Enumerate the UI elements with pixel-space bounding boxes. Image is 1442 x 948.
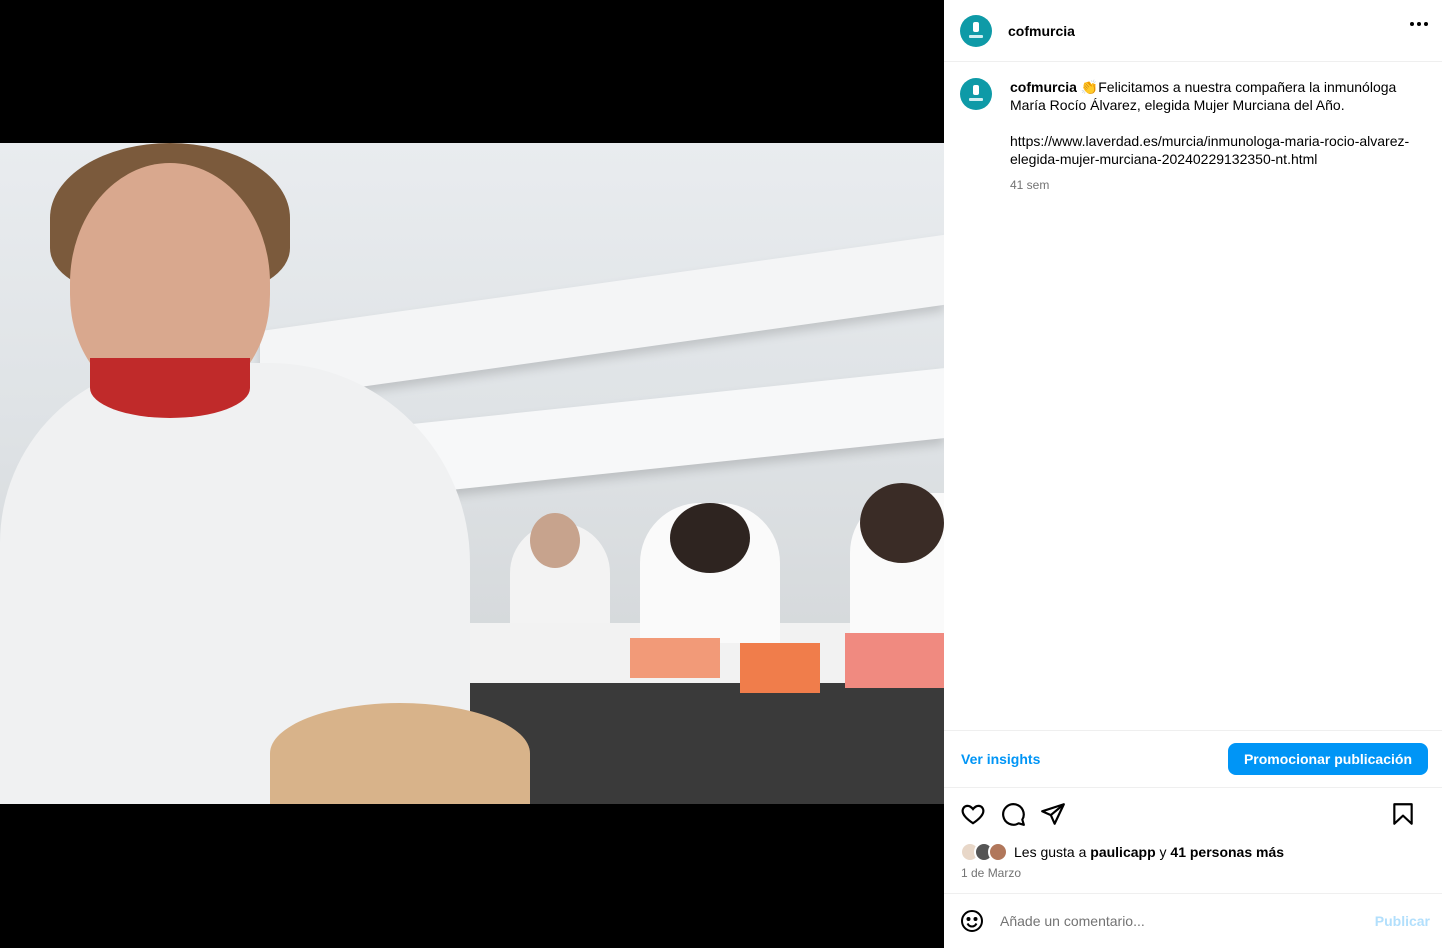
- insights-bar: Ver insights Promocionar publicación: [944, 730, 1442, 788]
- foreground-person-collar: [90, 358, 250, 418]
- post-side-panel: cofmurcia cofmurcia 👏Felicitamos a nuest…: [944, 0, 1442, 948]
- caption-username[interactable]: cofmurcia: [1010, 79, 1077, 95]
- likes-others[interactable]: 41 personas más: [1170, 844, 1284, 860]
- lab-tray: [630, 638, 720, 678]
- bookmark-icon[interactable]: [1390, 801, 1416, 827]
- clap-emoji: 👏: [1080, 79, 1099, 95]
- emoji-icon[interactable]: [960, 909, 984, 933]
- view-insights-link[interactable]: Ver insights: [961, 751, 1040, 767]
- publish-button[interactable]: Publicar: [1375, 913, 1430, 929]
- post-photo[interactable]: [0, 143, 944, 804]
- lab-shelf: [260, 234, 944, 402]
- lab-bench-front: [460, 683, 944, 804]
- profile-avatar[interactable]: [960, 14, 992, 47]
- liker-username[interactable]: paulicapp: [1090, 844, 1155, 860]
- background-person-head: [670, 503, 750, 573]
- post-date: 1 de Marzo: [961, 866, 1022, 880]
- lab-tray: [740, 643, 820, 693]
- foreground-person-pants: [270, 703, 530, 804]
- comment-input[interactable]: [1000, 913, 1375, 929]
- post-time-ago[interactable]: 41 sem: [1010, 176, 1410, 194]
- lab-tray: [845, 633, 944, 688]
- post-media: [0, 0, 944, 948]
- heart-icon[interactable]: [960, 801, 986, 827]
- share-icon[interactable]: [1040, 801, 1066, 827]
- header-username[interactable]: cofmurcia: [1008, 23, 1075, 39]
- likes-summary: Les gusta a paulicapp y 41 personas más: [960, 842, 1284, 862]
- caption-link[interactable]: https://www.laverdad.es/murcia/inmunolog…: [1010, 132, 1410, 168]
- caption-area: cofmurcia 👏Felicitamos a nuestra compañe…: [944, 62, 1442, 730]
- post-actions: [944, 796, 1442, 832]
- promote-post-button[interactable]: Promocionar publicación: [1227, 743, 1428, 775]
- comment-bar: Publicar: [944, 893, 1442, 948]
- likes-prefix: Les gusta a: [1014, 844, 1087, 860]
- post-header: cofmurcia: [944, 0, 1442, 62]
- caption-text: cofmurcia 👏Felicitamos a nuestra compañe…: [1010, 78, 1410, 194]
- caption-row: cofmurcia 👏Felicitamos a nuestra compañe…: [960, 78, 1426, 194]
- likes-connector: y: [1159, 844, 1167, 860]
- comment-icon[interactable]: [1000, 801, 1026, 827]
- background-person-head: [530, 513, 580, 568]
- caption-avatar[interactable]: [960, 78, 992, 110]
- more-options-icon[interactable]: [1410, 22, 1428, 26]
- liker-avatars[interactable]: [960, 842, 1008, 862]
- background-person-head: [860, 483, 944, 563]
